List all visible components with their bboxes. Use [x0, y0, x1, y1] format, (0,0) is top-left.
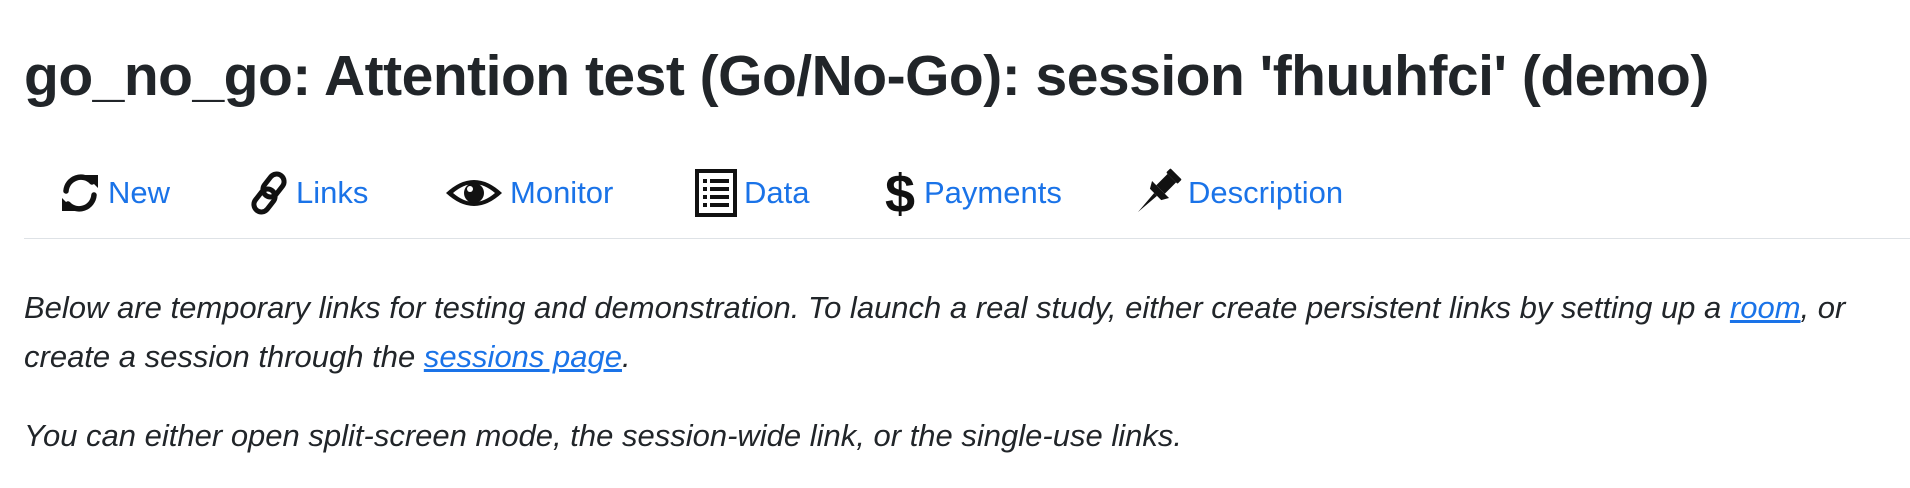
intro-text-part1: Below are temporary links for testing an…	[24, 290, 1730, 325]
refresh-icon	[58, 169, 102, 217]
nav-tab-monitor[interactable]: Monitor	[444, 160, 613, 226]
nav-tab-new[interactable]: New	[58, 160, 170, 226]
nav-tab-links[interactable]: Links	[248, 160, 368, 226]
nav-tab-monitor-label: Monitor	[510, 175, 614, 210]
room-link[interactable]: room	[1730, 290, 1801, 325]
nav-tab-data-label: Data	[744, 175, 810, 210]
pushpin-icon	[1132, 168, 1182, 218]
intro-paragraph: Below are temporary links for testing an…	[24, 283, 1884, 381]
nav-tab-description-label: Description	[1188, 175, 1344, 210]
page-title: go_no_go: Attention test (Go/No-Go): ses…	[24, 44, 1709, 108]
nav-tab-new-label: New	[108, 175, 171, 210]
page: go_no_go: Attention test (Go/No-Go): ses…	[0, 0, 1910, 488]
dollar-icon: $	[882, 166, 918, 220]
svg-text:$: $	[885, 166, 915, 220]
sessions-page-link[interactable]: sessions page	[424, 339, 622, 374]
demo-instructions: Below are temporary links for testing an…	[24, 283, 1884, 460]
session-nav-tabs: New Links Monitor Data $ Payments Descri…	[24, 160, 1910, 239]
intro-text-part3: .	[622, 339, 631, 374]
list-document-icon	[694, 168, 738, 218]
nav-tab-links-label: Links	[296, 175, 369, 210]
nav-tab-payments-label: Payments	[924, 175, 1062, 210]
link-icon	[248, 169, 290, 217]
nav-tab-data[interactable]: Data	[694, 160, 809, 226]
nav-tab-payments[interactable]: $ Payments	[882, 160, 1062, 226]
nav-tab-description[interactable]: Description	[1132, 160, 1343, 226]
eye-icon	[444, 173, 504, 213]
options-paragraph: You can either open split-screen mode, t…	[24, 418, 1182, 453]
